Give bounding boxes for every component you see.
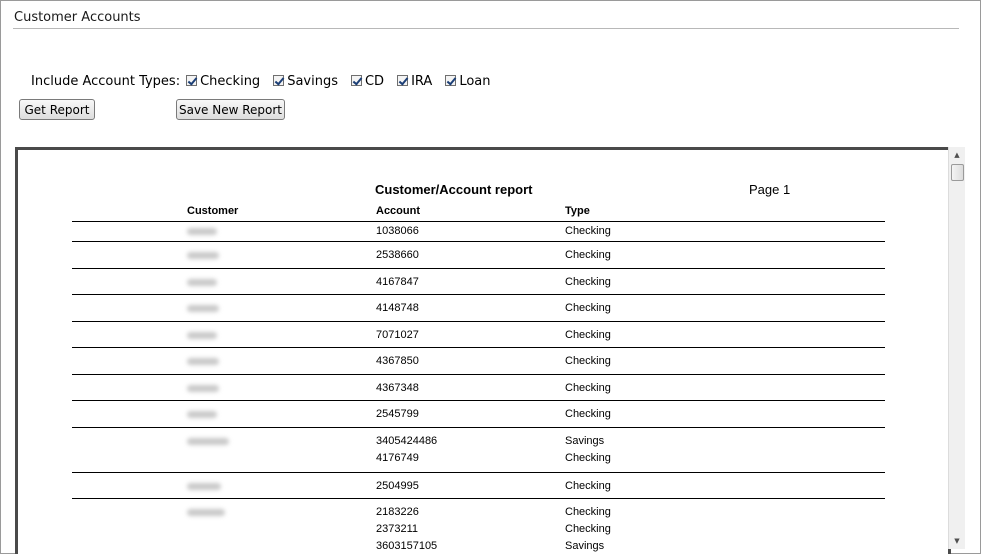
table-row-group: 2504995 Checking [72,473,885,499]
account-type: Checking [565,249,611,261]
account-type: Checking [565,506,611,518]
report-rows: 1038066 Checking 2538660 Checking 4167847 Che… [18,222,948,554]
table-row: 2373211 Checking [72,520,885,537]
table-row: 1038066 Checking [72,222,885,239]
checkbox-cd-label: CD [364,73,385,89]
table-row-group: 4148748 Checking [72,295,885,322]
scroll-up-arrow-icon[interactable]: ▲ [949,147,965,163]
window-title: Customer Accounts [14,10,141,25]
table-row: 4176749 Checking [72,449,885,466]
customer-name-redacted [187,279,217,286]
customer-name-redacted [187,228,217,235]
vertical-scrollbar[interactable]: ▲ ▼ [948,147,965,549]
customer-name-redacted [187,411,217,418]
table-row: 4167847 Checking [72,273,885,290]
account-number: 4176749 [376,452,419,464]
table-row-group: 4367850 Checking [72,348,885,375]
table-row: 3405424486 Savings [72,432,885,449]
account-type: Checking [565,523,611,535]
account-number: 2538660 [376,249,419,261]
account-type-filter: Include Account Types: Checking Savings … [31,72,504,90]
account-type: Savings [565,540,605,552]
checkbox-checking[interactable]: Checking [186,74,260,89]
table-row: 4148748 Checking [72,299,885,316]
account-number: 4148748 [376,302,419,314]
account-type: Checking [565,480,611,492]
account-type: Savings [565,435,605,447]
save-new-report-button[interactable]: Save New Report [176,99,285,120]
account-number: 2545799 [376,408,419,420]
page-label: Page [749,182,780,197]
table-row-group: 4367348 Checking [72,375,885,401]
checkbox-checking-box[interactable] [186,74,198,86]
checkbox-loan[interactable]: Loan [445,73,491,89]
table-row: 2538660 Checking [72,246,885,263]
account-number: 7071027 [376,329,419,341]
account-type: Checking [565,302,611,314]
account-type: Checking [565,329,611,341]
checkbox-ira-label: IRA [411,73,433,89]
table-row: 3603157105 Savings [72,537,885,554]
customer-name-redacted [187,332,217,339]
account-type: Checking [565,355,611,367]
account-type: Checking [565,225,611,237]
table-row: 7071027 Checking [72,326,885,343]
checkbox-loan-box[interactable] [445,74,457,86]
account-number: 2504995 [376,480,419,492]
table-row-group: 7071027 Checking [72,322,885,348]
table-row-group: 2183226 Checking 2373211 Checking 3603157105… [72,499,885,554]
checkbox-ira[interactable]: IRA [397,74,432,89]
account-number: 2373211 [376,523,419,535]
get-report-button[interactable]: Get Report [19,99,95,120]
customer-name-redacted [187,385,219,392]
checkbox-loan-label: Loan [459,73,491,89]
account-type: Checking [565,276,611,288]
account-type: Checking [565,382,611,394]
account-number: 4367850 [376,355,419,367]
account-number: 3603157105 [376,540,438,552]
column-header-customer: Customer [187,205,239,217]
customer-name-redacted [187,358,219,365]
checkbox-ira-box[interactable] [397,74,409,86]
account-number: 4367348 [376,382,419,394]
table-row: 2504995 Checking [72,477,885,494]
filter-label: Include Account Types: [31,73,181,89]
account-number: 4167847 [376,276,419,288]
checkbox-checking-label: Checking [200,73,261,89]
checkbox-savings[interactable]: Savings [273,74,338,89]
title-divider [13,28,959,29]
table-row-group: 1038066 Checking [72,222,885,242]
account-type: Checking [565,452,611,464]
table-row-group: 3405424486 Savings 4176749 Checking [72,428,885,473]
checkbox-cd-box[interactable] [350,74,362,86]
scroll-down-arrow-icon[interactable]: ▼ [949,533,965,549]
table-row: 2545799 Checking [72,405,885,422]
table-row-group: 2545799 Checking [72,401,885,428]
customer-name-redacted [187,483,221,490]
customer-name-redacted [187,252,219,259]
report-title: Customer/Account report [375,182,533,197]
account-number: 3405424486 [376,435,438,447]
scrollbar-thumb[interactable] [951,164,964,181]
account-number: 1038066 [376,225,419,237]
column-header-account: Account [376,205,420,217]
checkbox-cd[interactable]: CD [350,73,385,89]
customer-accounts-window: Customer Accounts Include Account Types:… [0,0,981,554]
table-row: 4367348 Checking [72,379,885,396]
customer-name-redacted [187,438,229,445]
table-row: 2183226 Checking [72,503,885,520]
customer-name-redacted [187,305,219,312]
table-row: 4367850 Checking [72,352,885,369]
table-row-group: 2538660 Checking [72,242,885,269]
account-number: 2183226 [376,506,419,518]
customer-name-redacted [187,509,225,516]
account-type: Checking [565,408,611,420]
page-number: 1 [783,182,791,197]
page-indicator: Page 1 [749,182,790,197]
column-header-type: Type [565,205,590,217]
report-viewer: Customer/Account report Page 1 Customer … [15,147,951,554]
checkbox-savings-label: Savings [287,73,338,89]
table-row-group: 4167847 Checking [72,269,885,295]
checkbox-savings-box[interactable] [273,74,285,86]
